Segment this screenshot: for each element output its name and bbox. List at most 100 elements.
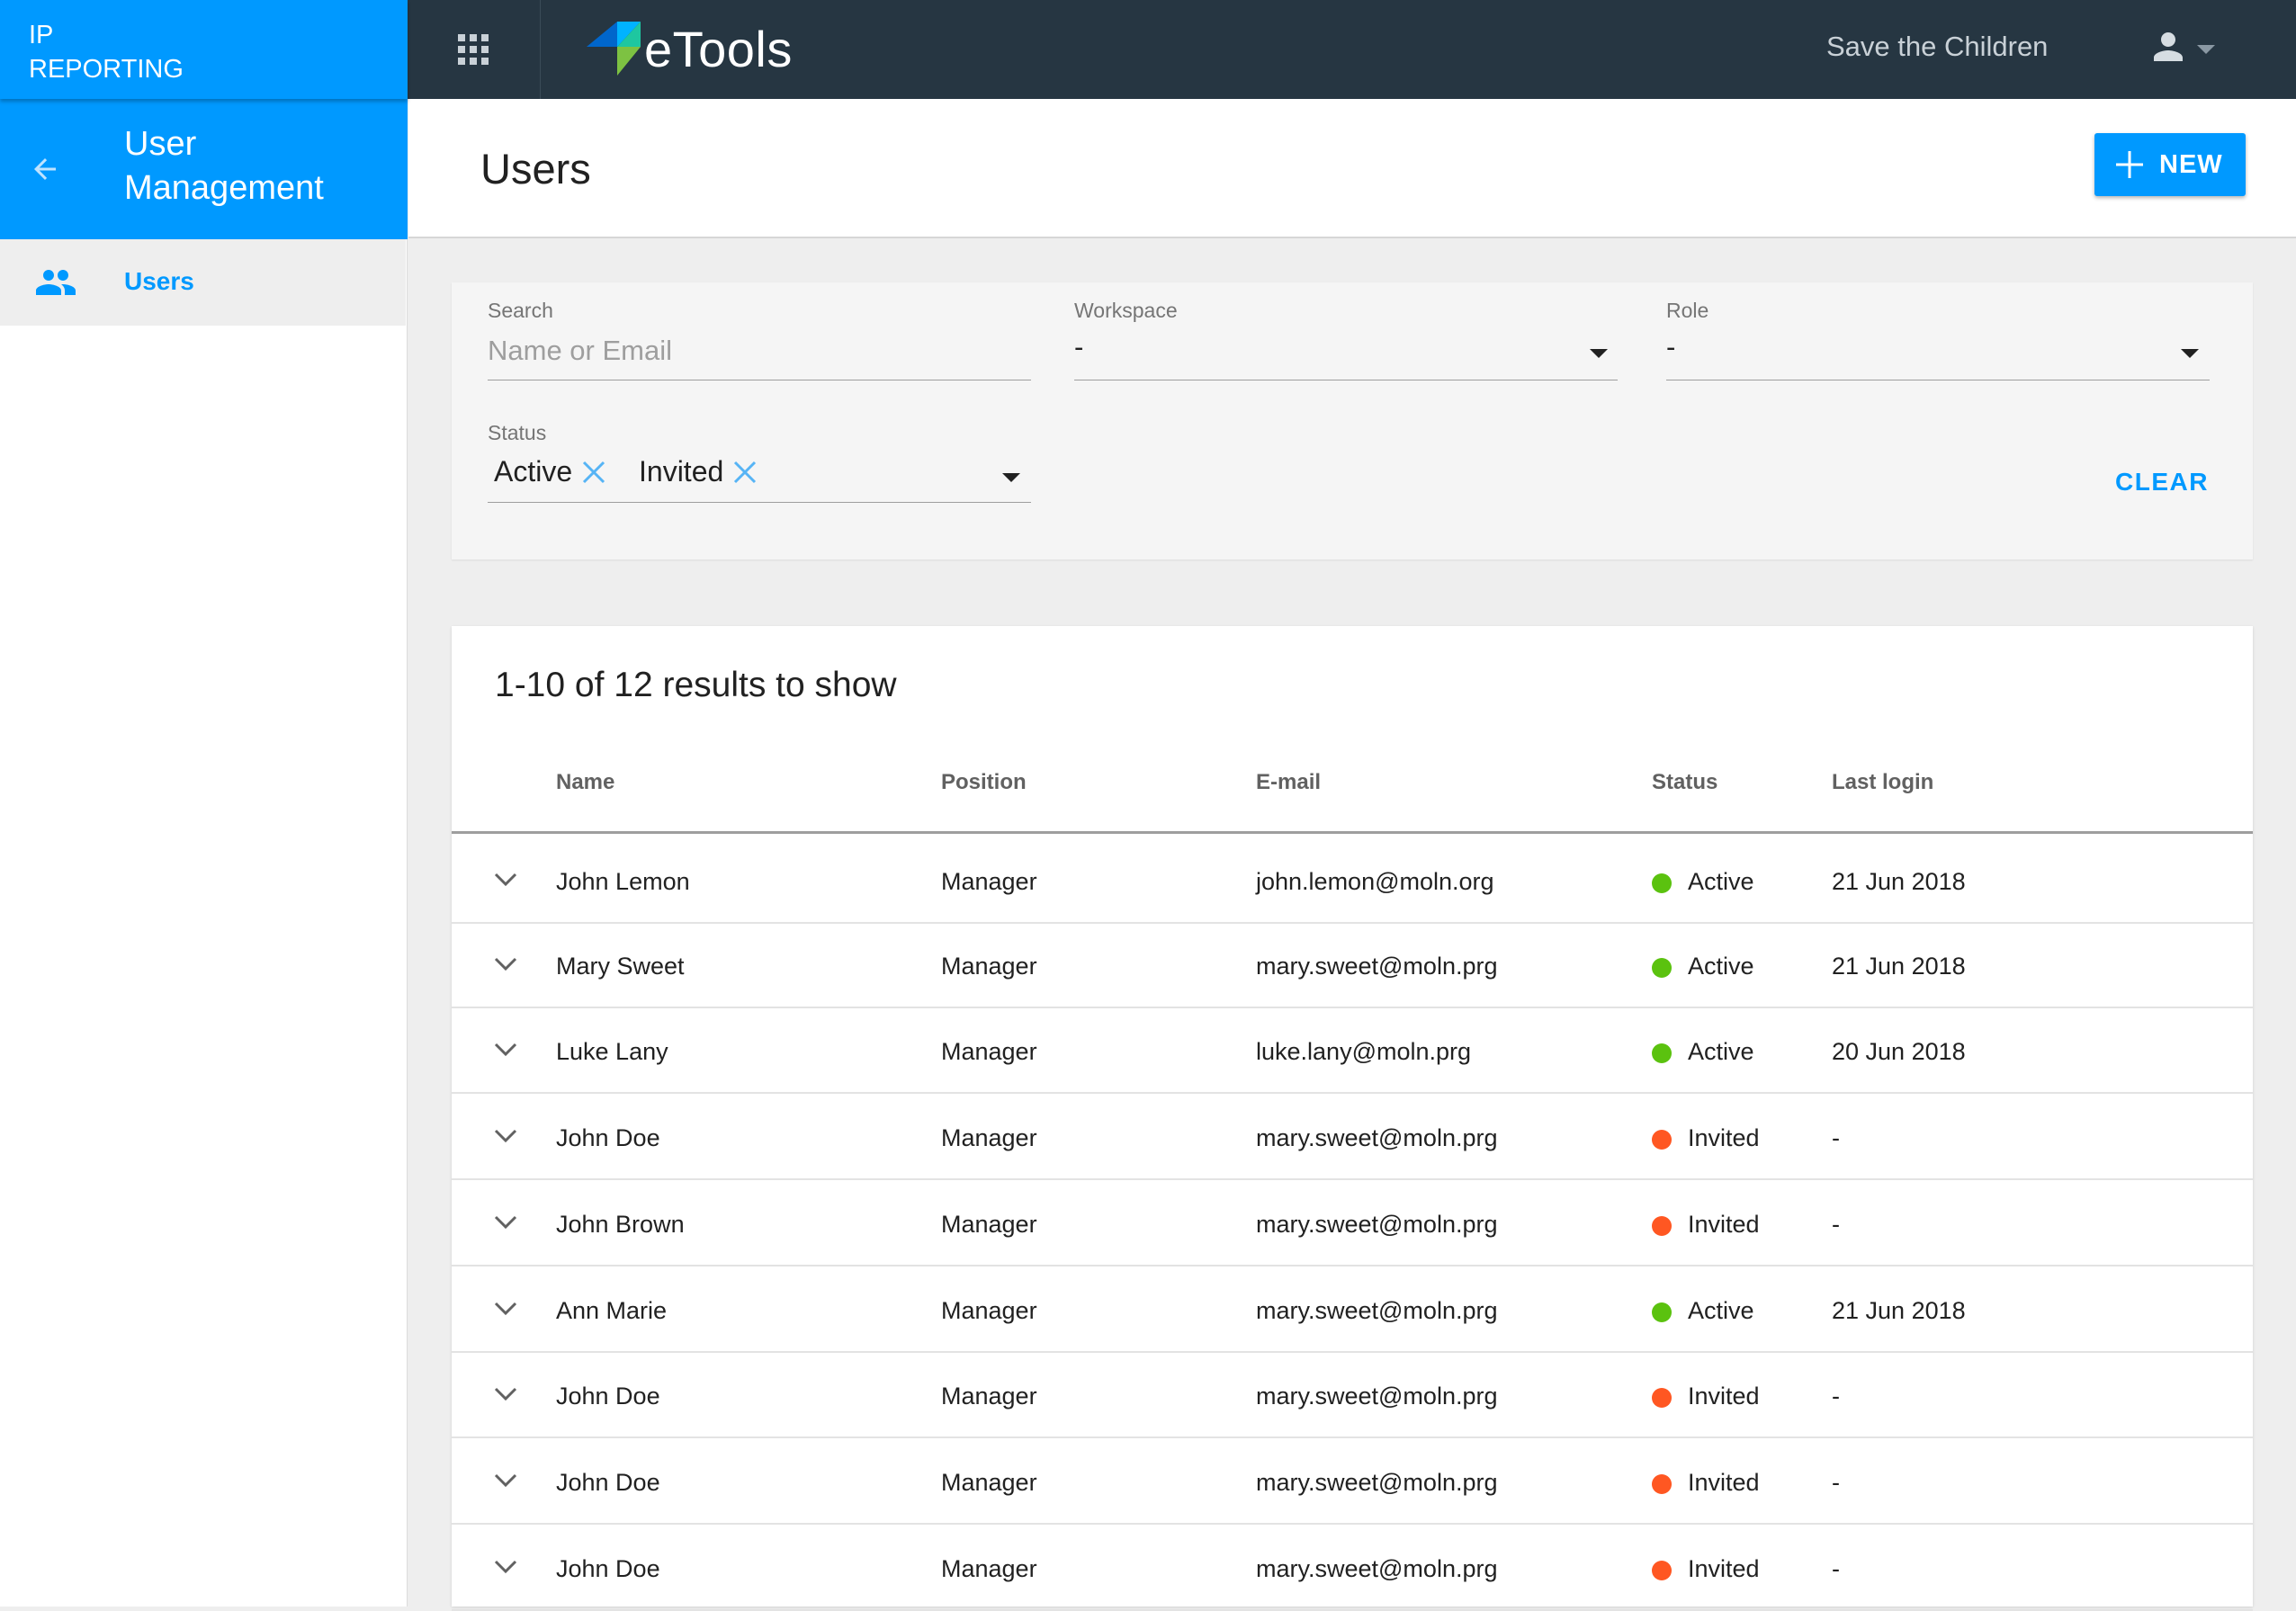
cell-position: Manager <box>941 868 1037 895</box>
caret-down-icon <box>2181 349 2199 358</box>
cell-last-login: - <box>1832 1124 1840 1151</box>
plus-icon <box>2116 151 2143 178</box>
expand-chevron-icon[interactable] <box>493 1559 518 1575</box>
status-dot-icon <box>1652 1043 1672 1063</box>
sidebar-title-line2: Management <box>124 169 324 207</box>
expand-chevron-icon[interactable] <box>493 1472 518 1489</box>
status-dot-icon <box>1652 1216 1672 1236</box>
cell-email: mary.sweet@moln.prg <box>1256 1469 1498 1496</box>
page-header: Users NEW <box>408 99 2296 238</box>
table-row[interactable]: John Doe Manager mary.sweet@moln.prg Invite… <box>452 1095 2253 1180</box>
cell-status: Invited <box>1688 1211 1760 1238</box>
cell-last-login: 20 Jun 2018 <box>1832 1038 1966 1065</box>
filter-panel: Search Name or Email Workspace - Role - … <box>452 282 2253 559</box>
sidebar-title: User Management <box>124 122 324 210</box>
cell-email: mary.sweet@moln.prg <box>1256 1211 1498 1238</box>
cell-name: Luke Lany <box>556 1038 668 1065</box>
search-input[interactable]: Name or Email <box>488 335 672 367</box>
new-button-label: NEW <box>2159 150 2223 179</box>
cell-last-login: - <box>1832 1383 1840 1410</box>
column-header-email[interactable]: E-mail <box>1256 770 1321 795</box>
status-dot-icon <box>1652 1130 1672 1150</box>
expand-chevron-icon[interactable] <box>493 1301 518 1317</box>
cell-email: mary.sweet@moln.prg <box>1256 1124 1498 1151</box>
status-dot-icon <box>1652 958 1672 978</box>
apps-menu-button[interactable] <box>408 0 541 99</box>
back-arrow-icon[interactable] <box>29 153 61 185</box>
user-menu-button[interactable] <box>2150 29 2222 70</box>
cell-name: John Doe <box>556 1124 660 1151</box>
expand-chevron-icon[interactable] <box>493 1386 518 1402</box>
status-dot-icon <box>1652 873 1672 893</box>
column-header-name[interactable]: Name <box>556 770 614 795</box>
table-row[interactable]: John Doe Manager mary.sweet@moln.prg Invite… <box>452 1439 2253 1525</box>
etools-logo[interactable]: eTools <box>585 18 793 79</box>
caret-down-icon <box>1002 473 1020 482</box>
search-label: Search <box>488 299 553 322</box>
cell-position: Manager <box>941 1124 1037 1151</box>
account-icon <box>2154 32 2183 61</box>
table-row[interactable]: John Brown Manager mary.sweet@moln.prg Invi… <box>452 1181 2253 1266</box>
remove-chip-icon[interactable] <box>581 460 606 485</box>
status-chip-active: Active <box>494 455 606 488</box>
cell-status: Invited <box>1688 1469 1760 1496</box>
cell-status: Active <box>1688 1038 1754 1065</box>
cell-email: mary.sweet@moln.prg <box>1256 953 1498 980</box>
people-icon <box>36 270 76 295</box>
cell-position: Manager <box>941 1211 1037 1238</box>
workspace-select[interactable]: Workspace - <box>1074 299 1618 381</box>
status-multiselect[interactable]: Status Active Invited <box>488 421 1031 504</box>
status-chip-invited: Invited <box>639 455 758 488</box>
workspace-label: Workspace <box>1074 299 1178 322</box>
cell-email: mary.sweet@moln.prg <box>1256 1297 1498 1324</box>
new-user-button[interactable]: NEW <box>2094 133 2246 196</box>
organization-selector[interactable]: Save the Children <box>1826 31 2048 63</box>
search-field[interactable]: Search Name or Email <box>488 299 1031 381</box>
expand-chevron-icon[interactable] <box>493 1042 518 1058</box>
cell-email: mary.sweet@moln.prg <box>1256 1555 1498 1582</box>
status-dot-icon <box>1652 1302 1672 1322</box>
cell-name: John Doe <box>556 1383 660 1410</box>
column-header-position[interactable]: Position <box>941 770 1027 795</box>
table-row[interactable]: John Lemon Manager john.lemon@moln.org Acti… <box>452 838 2253 924</box>
cell-name: Ann Marie <box>556 1297 668 1324</box>
status-label: Status <box>488 421 547 444</box>
table-row[interactable]: Mary Sweet Manager mary.sweet@moln.prg Acti… <box>452 923 2253 1008</box>
table-row[interactable]: Ann Marie Manager mary.sweet@moln.prg Activ… <box>452 1267 2253 1353</box>
cell-status: Active <box>1688 953 1754 980</box>
caret-down-icon <box>1590 349 1608 358</box>
app-section-title[interactable]: IP REPORTING <box>0 0 408 99</box>
expand-chevron-icon[interactable] <box>493 872 518 888</box>
cell-position: Manager <box>941 1297 1037 1324</box>
sidebar-header: User Management <box>0 99 408 239</box>
column-header-status[interactable]: Status <box>1652 770 1718 795</box>
remove-chip-icon[interactable] <box>732 460 758 485</box>
expand-chevron-icon[interactable] <box>493 1128 518 1144</box>
results-count: 1-10 of 12 results to show <box>495 666 897 704</box>
cell-email: john.lemon@moln.org <box>1256 868 1494 895</box>
table-row[interactable]: Luke Lany Manager luke.lany@moln.prg Active… <box>452 1008 2253 1094</box>
cell-position: Manager <box>941 1383 1037 1410</box>
cell-email: mary.sweet@moln.prg <box>1256 1383 1498 1410</box>
logo-text: eTools <box>644 20 793 77</box>
sidebar-item-users[interactable]: Users <box>0 239 406 326</box>
cell-position: Manager <box>941 1038 1037 1065</box>
cell-last-login: - <box>1832 1469 1840 1496</box>
role-value: - <box>1666 331 1676 362</box>
table-row[interactable]: John Doe Manager mary.sweet@moln.prg Invite… <box>452 1353 2253 1438</box>
cell-status: Invited <box>1688 1555 1760 1582</box>
expand-chevron-icon[interactable] <box>493 1214 518 1231</box>
chip-label: Invited <box>639 455 724 488</box>
cell-name: John Doe <box>556 1469 660 1496</box>
apps-grid-icon <box>458 34 489 65</box>
table-row[interactable]: John Doe Manager mary.sweet@moln.prg Invite… <box>452 1526 2253 1611</box>
clear-filters-button[interactable]: CLEAR <box>2115 468 2209 497</box>
status-dot-icon <box>1652 1561 1672 1580</box>
column-header-last-login[interactable]: Last login <box>1832 770 1933 795</box>
table-header-divider <box>452 831 2253 834</box>
cell-last-login: - <box>1832 1555 1840 1582</box>
app-section-line1: IP <box>29 21 54 49</box>
expand-chevron-icon[interactable] <box>493 956 518 972</box>
role-select[interactable]: Role - <box>1666 299 2210 381</box>
cell-status: Active <box>1688 1297 1754 1324</box>
